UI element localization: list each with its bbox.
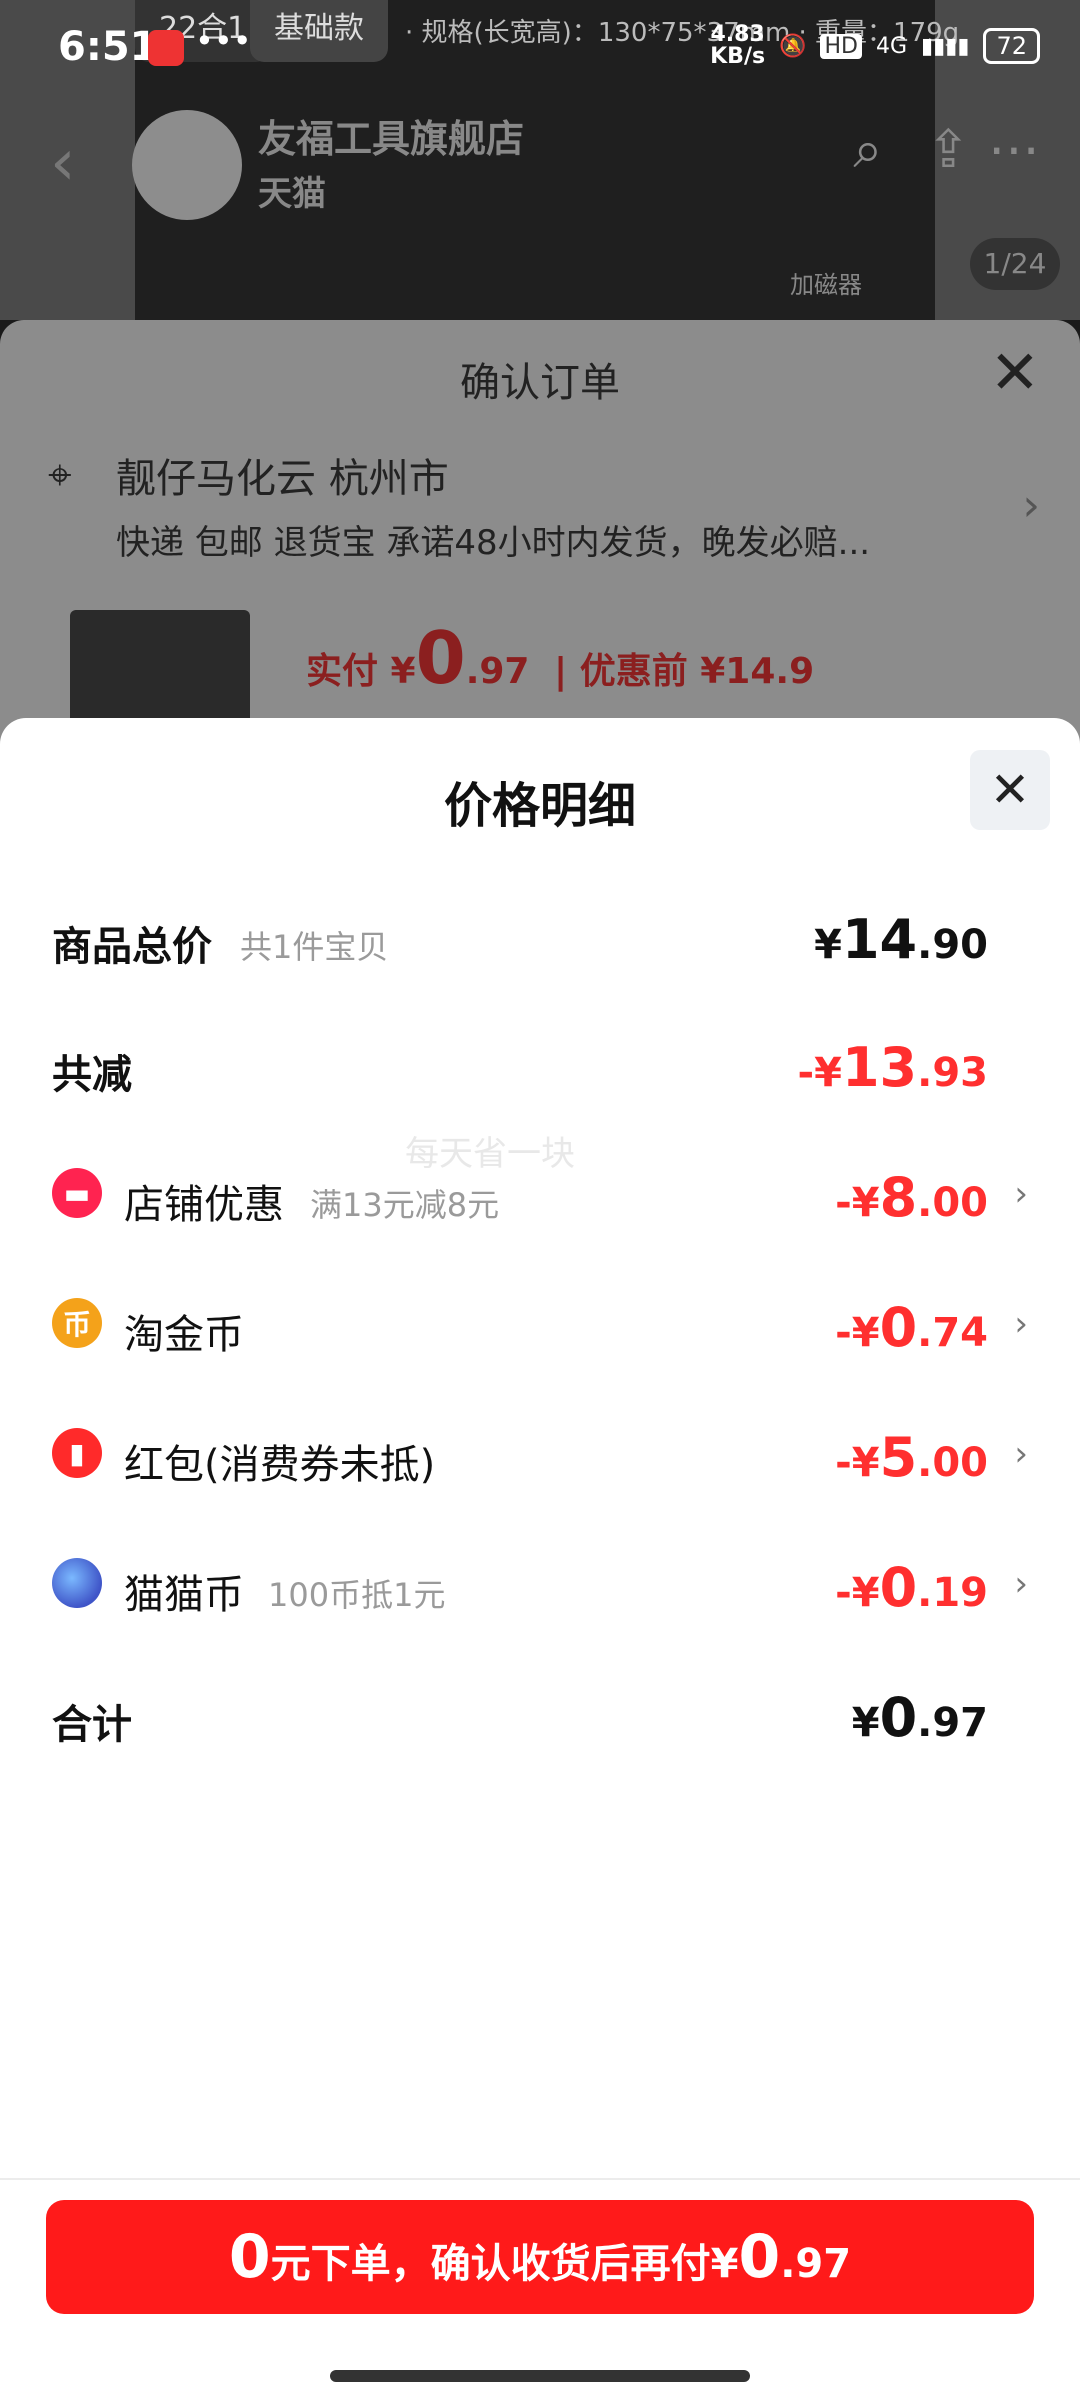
place-order-button[interactable]: 0元下单，确认收货后再付¥0.97 [46,2200,1034,2314]
row-amount: -¥0.74 [835,1296,988,1359]
network-speed: 4.83 KB/s [710,22,766,69]
maomaobi-row[interactable]: 猫猫币 100币抵1元 -¥0.19 › [52,1546,1028,1626]
store-platform: 天猫 [258,174,326,214]
red-packet-row[interactable]: ▮ 红包(消费券未抵) -¥5.00 › [52,1416,1028,1496]
image-counter: 1/24 [970,238,1060,290]
chevron-right-icon: › [1014,1304,1028,1344]
store-name[interactable]: 友福工具旗舰店 [258,108,524,163]
row-hint: 100币抵1元 [268,1576,446,1614]
address-name[interactable]: 靓仔马化云 杭州市 [116,446,449,504]
chevron-right-icon: › [1014,1174,1028,1214]
row-hint: 共1件宝贝 [240,928,389,966]
app-notification-icon [148,30,184,66]
price-detail-modal: 价格明细 ✕ 每天省一块 商品总价 共1件宝贝 ¥14.90 共减 -¥13.9… [0,718,1080,2400]
row-label: 共减 [52,1052,132,1098]
row-amount: -¥8.00 [835,1166,988,1229]
order-title: 确认订单 [460,360,620,406]
divider [0,2178,1080,2180]
chevron-right-icon[interactable]: › [1022,480,1040,531]
row-label: 合计 [52,1702,132,1748]
status-indicators: 4.83 KB/s 🔕 HD 4G ▮▮▮▮ 72 [710,24,1040,68]
grand-total-row: 合计 ¥0.97 [52,1676,1028,1756]
back-arrow-icon[interactable]: ‹ [50,126,76,200]
store-discount-row[interactable]: ▬ 店铺优惠 满13元减8元 -¥8.00 › [52,1156,1028,1236]
row-amount: -¥13.93 [797,1036,988,1099]
taojinbi-row[interactable]: 币 淘金币 -¥0.74 › [52,1286,1028,1366]
row-label: 商品总价 [52,924,212,970]
confirm-order-sheet: 确认订单 ✕ ⌖ 靓仔马化云 杭州市 快递 包邮 退货宝 承诺48小时内发货，晚… [0,320,1080,780]
modal-title: 价格明细 [443,778,636,834]
search-icon[interactable]: ⌕ [853,120,882,181]
share-icon[interactable]: ⇪ [926,120,970,181]
chevron-right-icon: › [1014,1564,1028,1604]
order-price: 实付 ¥0.97 | 优惠前 ¥14.9 [306,616,815,700]
header-actions: ⌕ ⇪ [853,120,970,181]
red-packet-icon: ▮ [52,1428,102,1478]
total-goods-row: 商品总价 共1件宝贝 ¥14.90 [52,898,1028,978]
close-icon[interactable]: ✕ [990,338,1040,408]
close-modal-button[interactable]: ✕ [970,750,1050,830]
clock: 6:51 [58,24,158,70]
row-amount: -¥0.19 [835,1556,988,1619]
delivery-info: 快递 包邮 退货宝 承诺48小时内发货，晚发必赔... [116,523,871,563]
magnet-label: 加磁器 [790,271,862,299]
close-icon: ✕ [989,762,1031,818]
store-logo[interactable] [132,110,242,220]
store-icon: ▬ [52,1168,102,1218]
store-header: ‹ 友福工具旗舰店 天猫 ⌕ ⇪ ⋯ [40,100,1040,220]
row-amount: ¥0.97 [851,1686,988,1749]
location-pin-icon: ⌖ [48,450,72,499]
hd-icon: HD [820,33,862,59]
status-bar: 6:51 ••• 4.83 KB/s 🔕 HD 4G ▮▮▮▮ 72 [0,0,1080,95]
row-amount: ¥14.90 [814,908,988,971]
coin-icon: 币 [52,1298,102,1348]
row-label: 猫猫币 [124,1572,244,1618]
battery-icon: 72 [983,28,1040,64]
signal-icon: 4G [875,33,908,59]
more-icon[interactable]: ⋯ [988,120,1040,180]
chevron-right-icon: › [1014,1434,1028,1474]
signal-bars-icon: ▮▮▮▮ [921,33,970,59]
home-indicator[interactable] [330,2370,750,2382]
row-label: 店铺优惠 [124,1182,284,1228]
mute-icon: 🔕 [779,33,807,59]
row-amount: -¥5.00 [835,1426,988,1489]
cat-coin-icon [52,1558,102,1608]
row-label: 淘金币 [124,1312,244,1358]
total-discount-row: 共减 -¥13.93 [52,1026,1028,1106]
row-hint: 满13元减8元 [310,1186,500,1224]
more-notifications-icon: ••• [195,22,252,60]
row-label: 红包(消费券未抵) [124,1442,436,1488]
